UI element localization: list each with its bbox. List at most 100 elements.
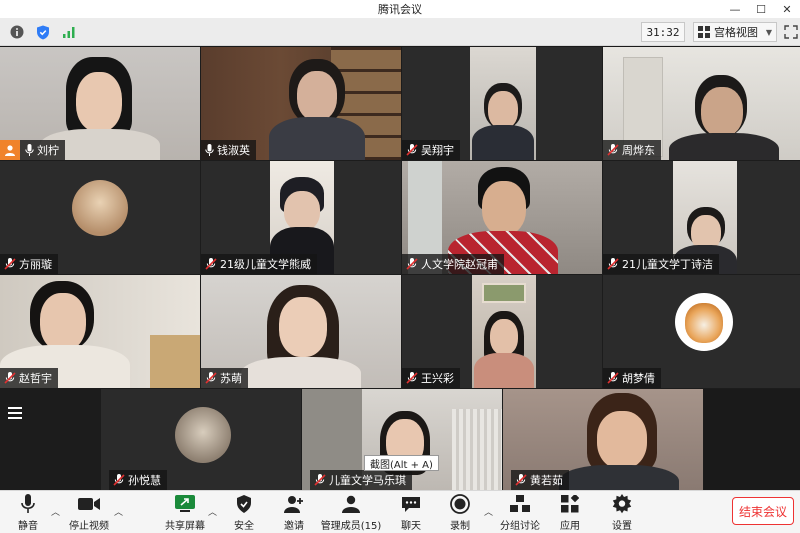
participant-label: 21级儿童文学熊威 (201, 254, 317, 274)
minimize-button[interactable]: — (722, 0, 748, 18)
share-screen-button[interactable]: 共享屏幕 (164, 493, 206, 533)
shield-icon (232, 493, 256, 515)
video-tile[interactable]: 赵哲宇 (0, 275, 200, 388)
video-tile[interactable]: 黄若茹 (503, 389, 703, 490)
grid-view-icon (698, 26, 710, 38)
stop-video-button[interactable]: 停止视频 (66, 493, 112, 533)
breakout-button[interactable]: 分组讨论 (500, 493, 540, 533)
mute-button[interactable]: 静音 (12, 493, 44, 533)
chat-icon (399, 493, 423, 515)
avatar (72, 180, 128, 236)
chat-button[interactable]: 聊天 (398, 493, 424, 533)
mic-muted-icon (205, 258, 217, 270)
participant-name: 21儿童文学丁诗洁 (622, 258, 713, 271)
video-tile[interactable]: 王兴彩 (402, 275, 602, 388)
mute-options-chevron-icon[interactable]: ︿ (51, 505, 60, 518)
window-controls: — ☐ ✕ (722, 0, 800, 18)
record-options-chevron-icon[interactable]: ︿ (484, 505, 493, 518)
participant-name: 钱淑英 (217, 144, 250, 157)
video-tile[interactable]: 苏萌 (201, 275, 401, 388)
mic-muted-icon (113, 474, 125, 486)
view-mode-dropdown[interactable]: 宫格视图 ▼ (693, 22, 777, 42)
view-mode-label: 宫格视图 (714, 26, 758, 39)
video-tile[interactable]: 21儿童文学丁诗洁 (603, 161, 800, 274)
mic-muted-icon (607, 372, 619, 384)
manage-members-button[interactable]: 管理成员(15) (321, 493, 381, 533)
participant-label: 周烨东 (603, 140, 661, 160)
close-button[interactable]: ✕ (774, 0, 800, 18)
mic-icon (25, 144, 34, 156)
members-icon (339, 493, 363, 515)
mic-muted-icon (205, 372, 217, 384)
meeting-timer: 31:32 (641, 22, 685, 42)
video-tile[interactable]: 吴翔宇 (402, 47, 602, 160)
chevron-down-icon: ▼ (765, 27, 772, 37)
video-tile[interactable]: 胡梦倩 (603, 275, 800, 388)
participant-label: 方丽璇 (0, 254, 58, 274)
video-tile[interactable]: 钱淑英 (201, 47, 401, 160)
participant-label: 儿童文学马乐琪 (310, 470, 412, 490)
security-button[interactable]: 安全 (230, 493, 258, 533)
record-button[interactable]: 录制 (448, 493, 472, 533)
participant-name: 方丽璇 (19, 258, 52, 271)
participant-name: 周烨东 (622, 144, 655, 157)
share-screen-icon (173, 493, 197, 515)
participant-label: 苏萌 (201, 368, 248, 388)
video-tile[interactable]: 儿童文学马乐琪 (302, 389, 502, 490)
end-meeting-button[interactable]: 结束会议 (732, 497, 794, 525)
participant-label: 王兴彩 (402, 368, 460, 388)
participant-label: 21儿童文学丁诗洁 (603, 254, 719, 274)
video-tile[interactable]: 孙悦慧 (101, 389, 301, 490)
participant-label: 赵哲宇 (0, 368, 58, 388)
video-tile[interactable]: 人文学院赵冠甫 (402, 161, 602, 274)
participant-name: 人文学院赵冠甫 (421, 258, 498, 271)
info-icon[interactable] (8, 23, 26, 41)
camera-icon (77, 493, 101, 515)
mic-muted-icon (4, 372, 16, 384)
mic-icon (16, 493, 40, 515)
screenshot-tooltip: 截图(Alt + A) (364, 455, 439, 471)
mic-muted-icon (406, 258, 418, 270)
meeting-toolbar: 静音 ︿ 停止视频 ︿ 共享屏幕 ︿ 安全 邀请 管理成员(15) 聊天 录制 … (0, 490, 800, 533)
apps-icon (558, 493, 582, 515)
settings-button[interactable]: 设置 (610, 493, 634, 533)
participant-name: 胡梦倩 (622, 372, 655, 385)
gear-icon (610, 493, 634, 515)
participant-name: 吴翔宇 (421, 144, 454, 157)
video-tile[interactable]: 21级儿童文学熊威 (201, 161, 401, 274)
video-tile[interactable]: 周烨东 (603, 47, 800, 160)
participant-name: 王兴彩 (421, 372, 454, 385)
video-options-chevron-icon[interactable]: ︿ (114, 505, 123, 518)
avatar (175, 407, 231, 463)
participant-label: 黄若茹 (511, 470, 569, 490)
video-tile[interactable]: 方丽璇 (0, 161, 200, 274)
video-tile[interactable]: 刘柠 (0, 47, 200, 160)
host-icon (0, 140, 20, 160)
mic-icon (205, 144, 214, 156)
window-titlebar: 腾讯会议 — ☐ ✕ (0, 0, 800, 18)
maximize-button[interactable]: ☐ (748, 0, 774, 18)
meeting-info-bar: 31:32 宫格视图 ▼ (0, 18, 800, 46)
share-options-chevron-icon[interactable]: ︿ (208, 505, 217, 518)
mic-muted-icon (607, 144, 619, 156)
participant-label: 人文学院赵冠甫 (402, 254, 504, 274)
video-gallery: 刘柠 钱淑英 吴翔宇 周烨东 方丽璇 21级儿童文学熊威 人文学院赵冠甫 21儿… (0, 47, 800, 490)
mic-muted-icon (607, 258, 619, 270)
participant-label: 吴翔宇 (402, 140, 460, 160)
participant-label: 钱淑英 (201, 140, 256, 160)
participant-name: 刘柠 (37, 144, 59, 157)
security-shield-icon[interactable] (34, 23, 52, 41)
signal-icon[interactable] (60, 23, 78, 41)
invite-button[interactable]: 邀请 (280, 493, 308, 533)
participant-label: 孙悦慧 (109, 470, 167, 490)
fullscreen-icon[interactable] (784, 24, 798, 39)
participant-name: 孙悦慧 (128, 474, 161, 487)
participant-name: 21级儿童文学熊威 (220, 258, 311, 271)
participant-name: 赵哲宇 (19, 372, 52, 385)
empty-tile (704, 389, 800, 490)
mic-muted-icon (314, 474, 326, 486)
apps-button[interactable]: 应用 (558, 493, 582, 533)
gallery-menu-icon[interactable] (4, 403, 26, 423)
participant-name: 苏萌 (220, 372, 242, 385)
participant-name: 黄若茹 (530, 474, 563, 487)
